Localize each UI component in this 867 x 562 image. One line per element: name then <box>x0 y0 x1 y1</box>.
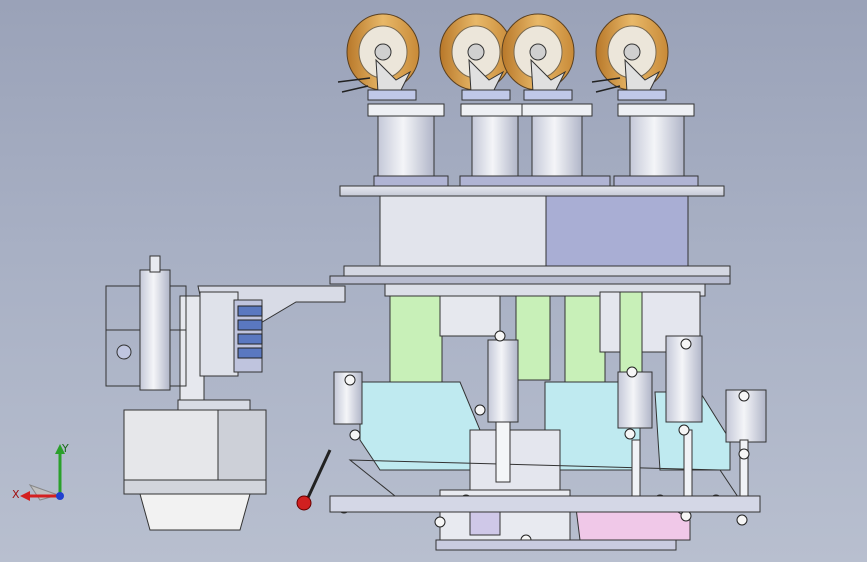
axis-triad: Y X <box>12 442 69 501</box>
z-axis-point <box>56 492 64 500</box>
handle[interactable] <box>296 449 332 511</box>
turntable-body <box>329 185 731 285</box>
caster-mount-blocks <box>367 103 699 187</box>
caster-wheel-2[interactable] <box>439 13 513 101</box>
caster-wheel-1[interactable] <box>337 13 420 101</box>
cylinder-frame <box>105 255 187 391</box>
caster-wheel-4[interactable] <box>591 13 669 101</box>
motor-box <box>123 409 267 531</box>
cad-assembly <box>105 13 767 551</box>
y-axis-label: Y <box>61 442 69 455</box>
caster-wheel-3[interactable] <box>501 13 575 101</box>
x-axis-label: X <box>12 488 20 501</box>
model-viewport[interactable]: Y X <box>0 0 867 562</box>
